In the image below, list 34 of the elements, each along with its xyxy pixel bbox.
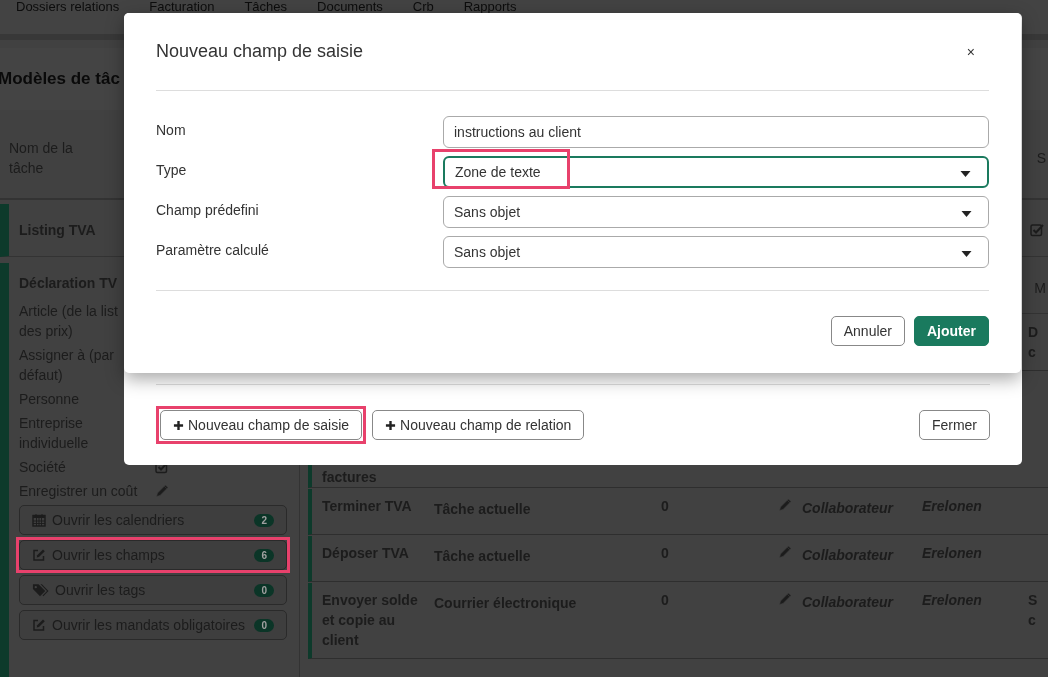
edit-icon [32,548,46,562]
page-title: Modèles de tâc [0,69,120,89]
pencil-icon [155,484,169,498]
field-label: Paramètre calculé [156,241,270,260]
pencil-icon [778,592,792,606]
new-field-button[interactable]: Nouveau champ de relation [372,410,585,440]
checkbox-icon [1030,223,1044,237]
add-button[interactable]: Ajouter [914,316,989,346]
type-select[interactable]: Zone de texte [443,156,989,188]
count-badge: 0 [254,618,274,632]
field-label: Type [156,161,188,180]
pencil-icon [778,545,792,559]
field-label: Champ prédefini [156,201,260,220]
plus-icon [385,419,397,431]
name-input[interactable]: instructions au client [443,116,989,148]
count-badge: 0 [254,583,274,597]
type-select[interactable]: Sans objet [443,236,989,268]
caret-icon [960,171,971,177]
edit-icon [32,618,46,632]
new-field-button[interactable]: Nouveau champ de saisie [160,410,363,440]
tags-icon [32,583,49,597]
pencil-icon [778,498,792,512]
plus-icon [173,419,184,431]
cancel-button[interactable]: Annuler [830,316,905,346]
close-dialog-button[interactable]: Fermer [918,410,990,440]
field-label: Nom [156,121,187,140]
caret-icon [961,251,972,257]
count-badge: 6 [254,548,274,562]
type-select[interactable]: Sans objet [443,196,989,228]
calendar-icon [32,513,46,527]
count-badge: 2 [254,513,274,527]
caret-icon [961,211,972,217]
dialog-title: Nouveau champ de saisie [156,41,364,62]
close-button[interactable]: × [966,43,989,60]
